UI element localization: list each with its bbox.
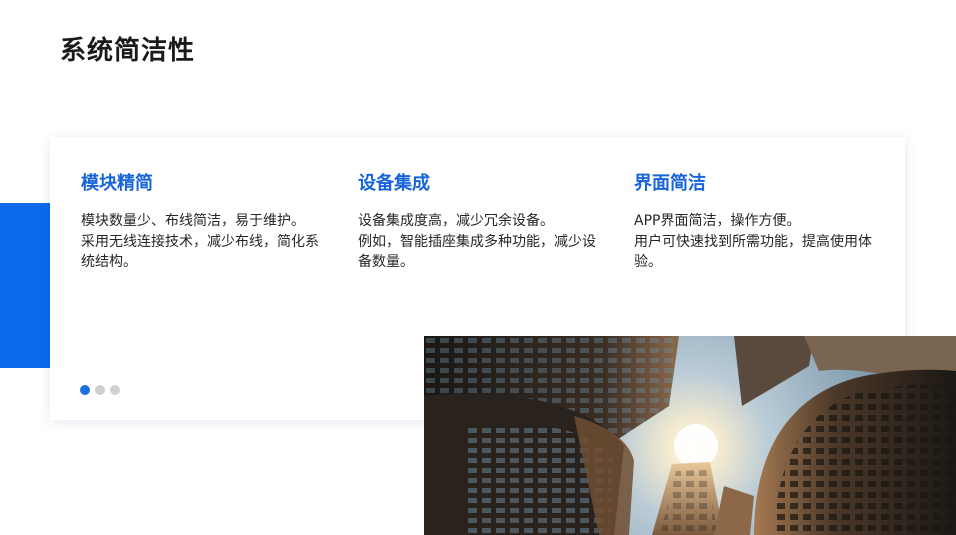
feature-interface-simple: 界面简洁 APP界面简洁，操作方便。 用户可快速找到所需功能，提高使用体 验。 [634, 169, 879, 273]
feature-text: 模块数量少、布线简洁，易于维护。 [81, 213, 305, 229]
feature-module-simplify: 模块精简 模块数量少、布线简洁，易于维护。 采用无线连接技术，减少布线，简化系 … [81, 169, 326, 273]
feature-title: 模块精简 [81, 173, 153, 194]
feature-text: 备数量。 [358, 254, 414, 270]
skyscrapers-photo [424, 336, 956, 535]
feature-text: 统结构。 [81, 254, 137, 270]
carousel-dot-3[interactable] [110, 385, 120, 395]
feature-title: 界面简洁 [634, 173, 706, 194]
carousel-dots [80, 385, 120, 395]
feature-text: 设备集成度高，减少冗余设备。 [358, 213, 554, 229]
accent-bar [0, 203, 50, 368]
feature-text: 用户可快速找到所需功能，提高使用体 [634, 233, 872, 250]
feature-text: 采用无线连接技术，减少布线，简化系 [81, 233, 319, 250]
page-title: 系统简洁性 [60, 36, 196, 66]
feature-device-integration: 设备集成 设备集成度高，减少冗余设备。 例如，智能插座集成多种功能，减少设 备数… [358, 169, 603, 273]
carousel-dot-2[interactable] [95, 385, 105, 395]
feature-text: 验。 [634, 254, 662, 270]
feature-text: 例如，智能插座集成多种功能，减少设 [358, 233, 596, 250]
carousel-dot-1[interactable] [80, 385, 90, 395]
feature-text: APP界面简洁，操作方便。 [634, 213, 801, 229]
feature-title: 设备集成 [358, 173, 430, 194]
